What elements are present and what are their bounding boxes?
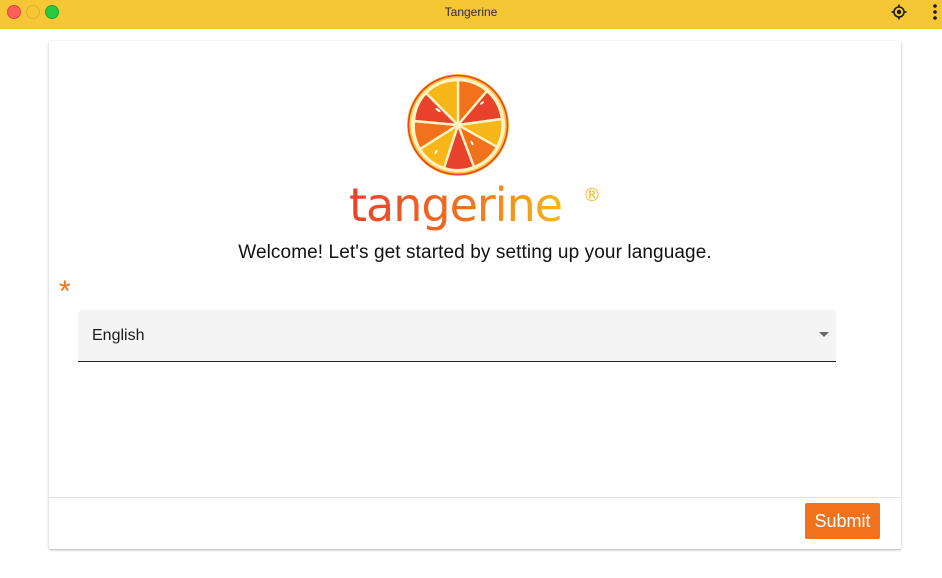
language-select[interactable]: English <box>78 310 836 362</box>
footer-divider <box>49 497 901 498</box>
tangerine-logo-icon <box>407 74 509 176</box>
more-vert-icon[interactable] <box>929 3 941 21</box>
window-titlebar: Tangerine <box>0 0 942 29</box>
required-marker: * <box>59 275 71 308</box>
svg-text:®: ® <box>583 185 601 206</box>
svg-text:tangerine: tangerine <box>349 178 562 232</box>
tangerine-wordmark: tangerine ® <box>349 178 601 232</box>
wordmark-text: tangerine <box>349 178 562 232</box>
language-select-value: English <box>92 327 145 344</box>
dropdown-arrow-icon <box>819 332 829 337</box>
locate-icon[interactable] <box>891 4 907 20</box>
language-setup-card: tangerine ® Welcome! Let's get started b… <box>49 41 901 549</box>
welcome-heading: Welcome! Let's get started by setting up… <box>238 242 712 263</box>
submit-button[interactable]: Submit <box>805 503 880 539</box>
window-title: Tangerine <box>444 5 498 19</box>
registered-mark: ® <box>583 185 601 206</box>
